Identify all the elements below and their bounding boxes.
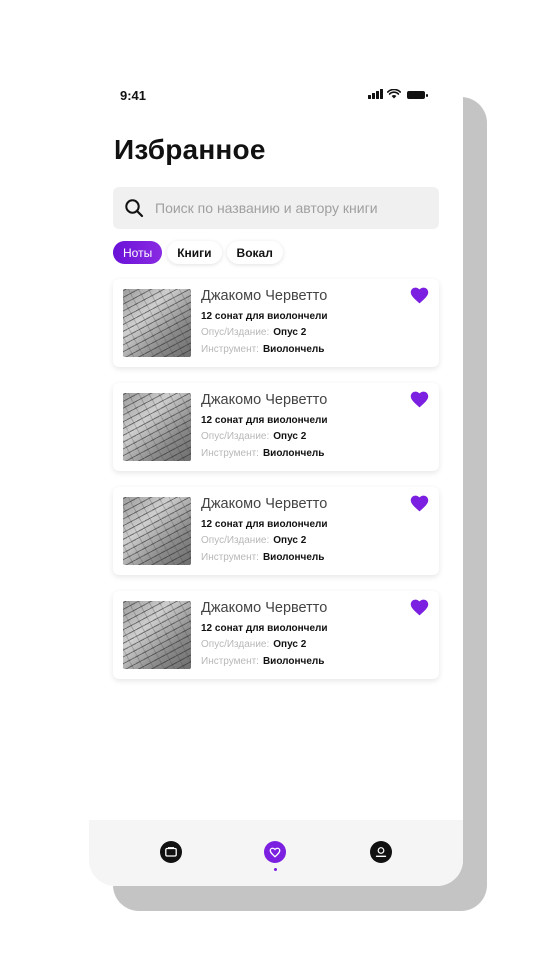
sheet-music-thumbnail: [123, 289, 191, 357]
work-title: 12 сонат для виолончели: [201, 623, 328, 634]
work-title: 12 сонат для виолончели: [201, 311, 328, 322]
opus-row: Опус/Издание: Опус 2: [201, 431, 306, 442]
status-time: 9:41: [120, 88, 147, 103]
opus-row: Опус/Издание: Опус 2: [201, 535, 306, 546]
instrument-label: Инструмент:: [201, 344, 259, 355]
filter-chip-vocal[interactable]: Вокал: [226, 241, 283, 264]
sheet-music-thumbnail: [123, 601, 191, 669]
instrument-row: Инструмент: Виолончель: [201, 656, 324, 667]
opus-value: Опус 2: [273, 535, 307, 546]
wifi-icon: [386, 89, 401, 99]
status-bar: 9:41: [89, 72, 463, 122]
page-title: Избранное: [114, 134, 266, 165]
filter-chip-notes[interactable]: Ноты: [113, 241, 163, 264]
search-bar[interactable]: [113, 187, 439, 229]
heart-icon[interactable]: [410, 287, 429, 304]
battery-icon: [406, 91, 428, 99]
tab-catalog[interactable]: [160, 841, 182, 863]
active-tab-indicator: [274, 868, 277, 871]
instrument-row: Инструмент: Виолончель: [201, 448, 324, 459]
list-item[interactable]: Джакомо Черветто 12 сонат для виолончели…: [113, 487, 439, 575]
instrument-value: Виолончель: [262, 448, 325, 459]
opus-label: Опус/Издание:: [201, 431, 270, 442]
instrument-value: Виолончель: [262, 656, 325, 667]
opus-label: Опус/Издание:: [201, 535, 270, 546]
favorites-list: Джакомо Черветто 12 сонат для виолончели…: [113, 279, 439, 695]
phone-screen: 9:41 Избранное Ноты Книги Вокал: [89, 72, 463, 886]
opus-label: Опус/Издание:: [201, 327, 270, 338]
heart-icon[interactable]: [410, 599, 429, 616]
instrument-label: Инструмент:: [201, 552, 259, 563]
instrument-row: Инструмент: Виолончель: [201, 552, 324, 563]
composer-name: Джакомо Черветто: [201, 392, 328, 408]
opus-value: Опус 2: [273, 431, 307, 442]
instrument-value: Виолончель: [262, 344, 325, 355]
search-icon: [123, 197, 145, 219]
sheet-music-thumbnail: [123, 497, 191, 565]
composer-name: Джакомо Черветто: [201, 288, 328, 304]
heart-icon[interactable]: [410, 391, 429, 408]
signal-icon: [368, 89, 383, 99]
work-title: 12 сонат для виолончели: [201, 519, 328, 530]
catalog-icon: [165, 847, 177, 857]
filter-chip-books[interactable]: Книги: [167, 241, 222, 264]
instrument-label: Инструмент:: [201, 448, 259, 459]
profile-icon: [375, 847, 387, 857]
composer-name: Джакомо Черветто: [201, 496, 328, 512]
heart-outline-icon: [269, 847, 281, 858]
list-item[interactable]: Джакомо Черветто 12 сонат для виолончели…: [113, 383, 439, 471]
opus-row: Опус/Издание: Опус 2: [201, 639, 306, 650]
search-input[interactable]: [155, 200, 425, 216]
composer-name: Джакомо Черветто: [201, 600, 328, 616]
tab-profile[interactable]: [370, 841, 392, 863]
list-item[interactable]: Джакомо Черветто 12 сонат для виолончели…: [113, 279, 439, 367]
sheet-music-thumbnail: [123, 393, 191, 461]
opus-label: Опус/Издание:: [201, 639, 270, 650]
instrument-label: Инструмент:: [201, 656, 259, 667]
instrument-value: Виолончель: [262, 552, 325, 563]
opus-row: Опус/Издание: Опус 2: [201, 327, 306, 338]
tab-favorites[interactable]: [264, 841, 286, 863]
filter-chips: Ноты Книги Вокал: [113, 241, 283, 264]
status-icons: [368, 89, 428, 99]
opus-value: Опус 2: [273, 639, 307, 650]
work-title: 12 сонат для виолончели: [201, 415, 328, 426]
bottom-tab-bar: [89, 820, 463, 886]
heart-icon[interactable]: [410, 495, 429, 512]
instrument-row: Инструмент: Виолончель: [201, 344, 324, 355]
opus-value: Опус 2: [273, 327, 307, 338]
list-item[interactable]: Джакомо Черветто 12 сонат для виолончели…: [113, 591, 439, 679]
